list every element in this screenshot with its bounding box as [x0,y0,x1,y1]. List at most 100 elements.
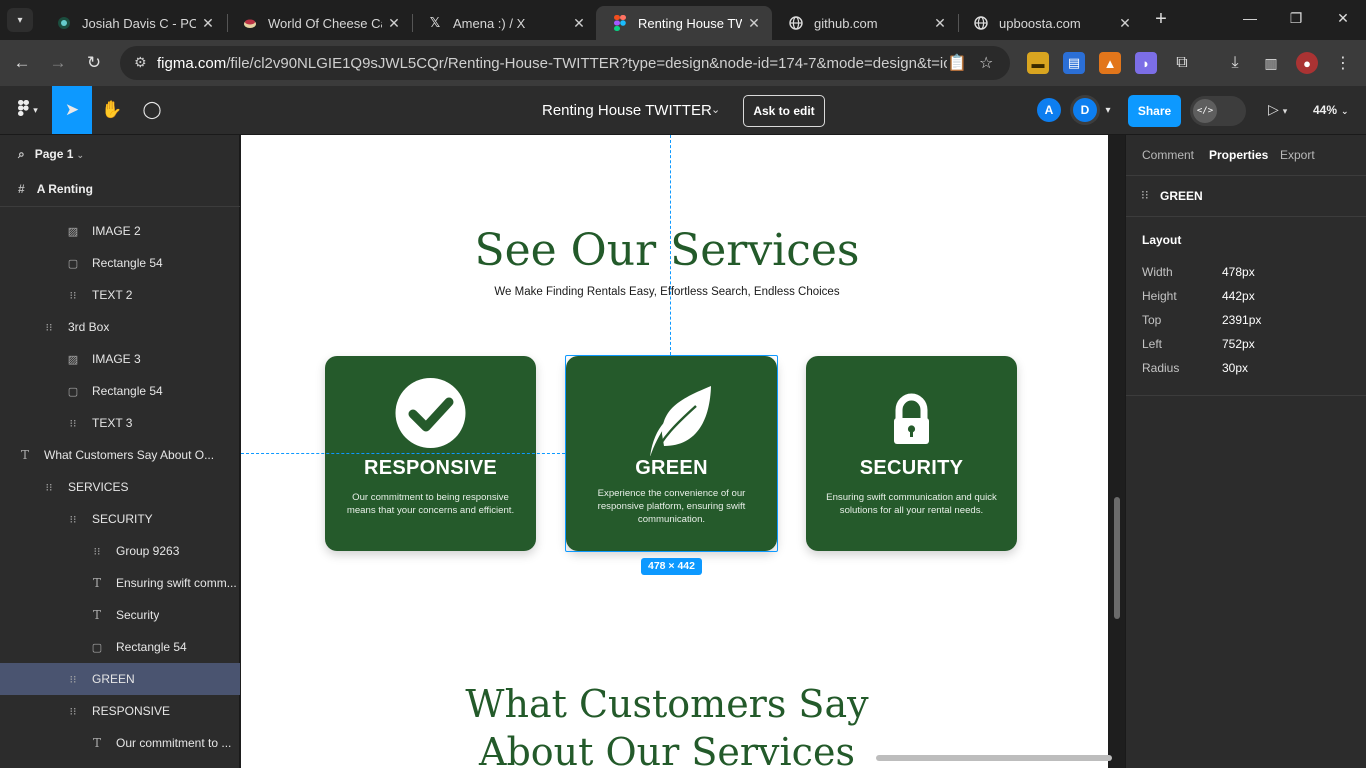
layer-row[interactable]: ⁝⁝ GREEN [0,663,240,695]
browser-tab[interactable]: Josiah Davis C - PORTFOLIO ✕ [40,6,226,40]
vertical-scrollbar[interactable] [1114,497,1120,619]
ask-to-edit-button[interactable]: Ask to edit [743,95,825,127]
design-frame[interactable]: See Our Services We Make Finding Rentals… [241,135,1108,768]
docs-extension-icon[interactable]: ▤ [1063,52,1085,74]
prop-value[interactable]: 2391px [1222,313,1261,327]
layer-row[interactable]: T What Customers Say About O... [0,439,240,471]
zoom-level[interactable]: 44% ⌄ [1313,103,1349,117]
layer-row[interactable]: ⁝⁝ TEXT 2 [0,279,240,311]
document-title[interactable]: Renting House TWITTER [542,102,712,119]
layer-row[interactable]: ▨ IMAGE 3 [0,343,240,375]
forward-icon[interactable]: → [46,52,70,76]
chevron-down-icon[interactable]: ⌄ [711,103,720,116]
tab-properties[interactable]: Properties [1209,148,1268,162]
close-icon[interactable]: ✕ [571,15,587,32]
tab-title: Amena :) / X [453,15,526,31]
text-icon: T [92,608,101,622]
download-icon[interactable]: ⤓ [1224,52,1246,74]
profile-avatar[interactable]: ● [1296,52,1318,74]
bookmark-star-icon[interactable]: ☆ [979,53,993,73]
reload-icon[interactable]: ↻ [82,52,106,76]
prop-radius[interactable]: Radius 30px [1142,361,1342,377]
move-tool-button[interactable]: ➤ [52,86,92,134]
layer-row[interactable]: ⁝⁝ SECURITY [0,503,240,535]
folder-extension-icon[interactable]: ▬ [1027,52,1049,74]
close-icon[interactable]: ✕ [746,15,762,32]
sidebar-icon[interactable]: ▥ [1260,52,1282,74]
services-subtitle[interactable]: We Make Finding Rentals Easy, Effortless… [241,286,1093,298]
rectangle-icon: ▢ [67,257,79,270]
horizontal-scrollbar[interactable] [876,755,1112,761]
tab-export[interactable]: Export [1280,148,1315,162]
tab-title: Josiah Davis C - PORTFOLIO [82,15,196,31]
frame-root-layer[interactable]: # A Renting [18,182,93,196]
layer-row[interactable]: ▢ Rectangle 54 [0,631,240,663]
prop-height[interactable]: Height 442px [1142,289,1342,305]
layer-row[interactable]: ▨ IMAGE 2 [0,215,240,247]
selection-outline[interactable] [565,355,778,552]
rectangle-icon: ▢ [67,385,79,398]
close-icon[interactable]: ✕ [386,15,402,32]
present-button[interactable]: ▷ ▾ [1268,101,1287,118]
tab-search-button[interactable]: ▾ [7,8,33,32]
new-tab-button[interactable]: + [1150,9,1172,31]
layer-row[interactable]: ▢ Rectangle 54 [0,247,240,279]
layer-row[interactable]: ⁝⁝ 3rd Box [0,311,240,343]
layer-row[interactable]: ⁝⁝ RESPONSIVE [0,695,240,727]
minimize-icon[interactable]: — [1240,10,1260,26]
text-icon: T [92,576,101,590]
layer-row[interactable]: ▢ Rectangle 54 [0,375,240,407]
prop-value[interactable]: 478px [1222,265,1255,279]
browser-tab[interactable]: 𝕏 Amena :) / X ✕ [411,6,597,40]
card-description: Our commitment to being responsive means… [346,492,515,516]
layer-row[interactable]: ⁝⁝ SERVICES [0,471,240,503]
prop-label: Width [1142,265,1173,279]
layer-row[interactable]: T Our commitment to ... [0,727,240,759]
design-canvas[interactable]: See Our Services We Make Finding Rentals… [241,135,1125,768]
metamask-icon[interactable]: ▲ [1099,52,1121,74]
share-button[interactable]: Share [1128,95,1181,127]
close-icon[interactable]: ✕ [932,15,948,32]
prop-left[interactable]: Left 752px [1142,337,1342,353]
prop-label: Radius [1142,361,1180,375]
figma-menu-button[interactable]: ▾ [8,86,48,134]
close-icon[interactable]: ✕ [1117,15,1133,32]
url-text[interactable]: figma.com/file/cl2v90NLGIE1Q9sJWL5CQr/Re… [157,55,947,72]
services-title[interactable]: See Our Services [241,225,1093,276]
browser-tab[interactable]: upboosta.com ✕ [957,6,1143,40]
back-icon[interactable]: ← [10,52,34,76]
browser-tab[interactable]: World Of Cheese Cake ✕ [226,6,412,40]
prop-value[interactable]: 752px [1222,337,1255,351]
layer-row[interactable]: T Security [0,599,240,631]
tab-comment[interactable]: Comment [1142,148,1194,162]
close-window-icon[interactable]: ✕ [1333,10,1353,27]
close-icon[interactable]: ✕ [200,15,216,32]
avatar[interactable]: A [1037,98,1061,122]
prop-top[interactable]: Top 2391px [1142,313,1342,329]
page-selector[interactable]: ⌕ Page 1 ⌄ [18,147,84,162]
avatar[interactable]: D [1073,98,1097,122]
service-card-security[interactable]: SECURITY Ensuring swift communication an… [806,356,1017,551]
extensions-puzzle-icon[interactable]: ⧉ [1171,52,1193,74]
hand-tool-button[interactable]: ✋ [92,86,132,134]
portfolio-favicon [56,15,72,31]
prop-value[interactable]: 442px [1222,289,1255,303]
search-icon[interactable]: ⌕ [18,147,25,161]
chevron-down-icon[interactable]: ▾ [1100,86,1116,134]
clipboard-icon[interactable]: 📋 [947,53,967,73]
layer-row[interactable]: T Ensuring swift comm... [0,567,240,599]
restore-icon[interactable]: ❐ [1286,10,1306,27]
prop-label: Top [1142,313,1162,327]
layer-row[interactable]: ⁝⁝ Group 9263 [0,535,240,567]
ghost-extension-icon[interactable]: ◗ [1135,52,1157,74]
comment-tool-button[interactable]: ◯ [132,86,172,134]
browser-menu-icon[interactable]: ⋮ [1332,52,1354,74]
address-bar[interactable]: ⚙ figma.com/file/cl2v90NLGIE1Q9sJWL5CQr/… [120,46,1010,80]
dev-mode-toggle[interactable]: </> [1190,96,1246,126]
prop-width[interactable]: Width 478px [1142,265,1342,281]
browser-tab[interactable]: github.com ✕ [772,6,958,40]
prop-value[interactable]: 30px [1222,361,1248,375]
layer-row[interactable]: ⁝⁝ TEXT 3 [0,407,240,439]
site-info-icon[interactable]: ⚙ [134,54,147,71]
browser-tab-active[interactable]: Renting House TWITTER ✕ [596,6,772,40]
